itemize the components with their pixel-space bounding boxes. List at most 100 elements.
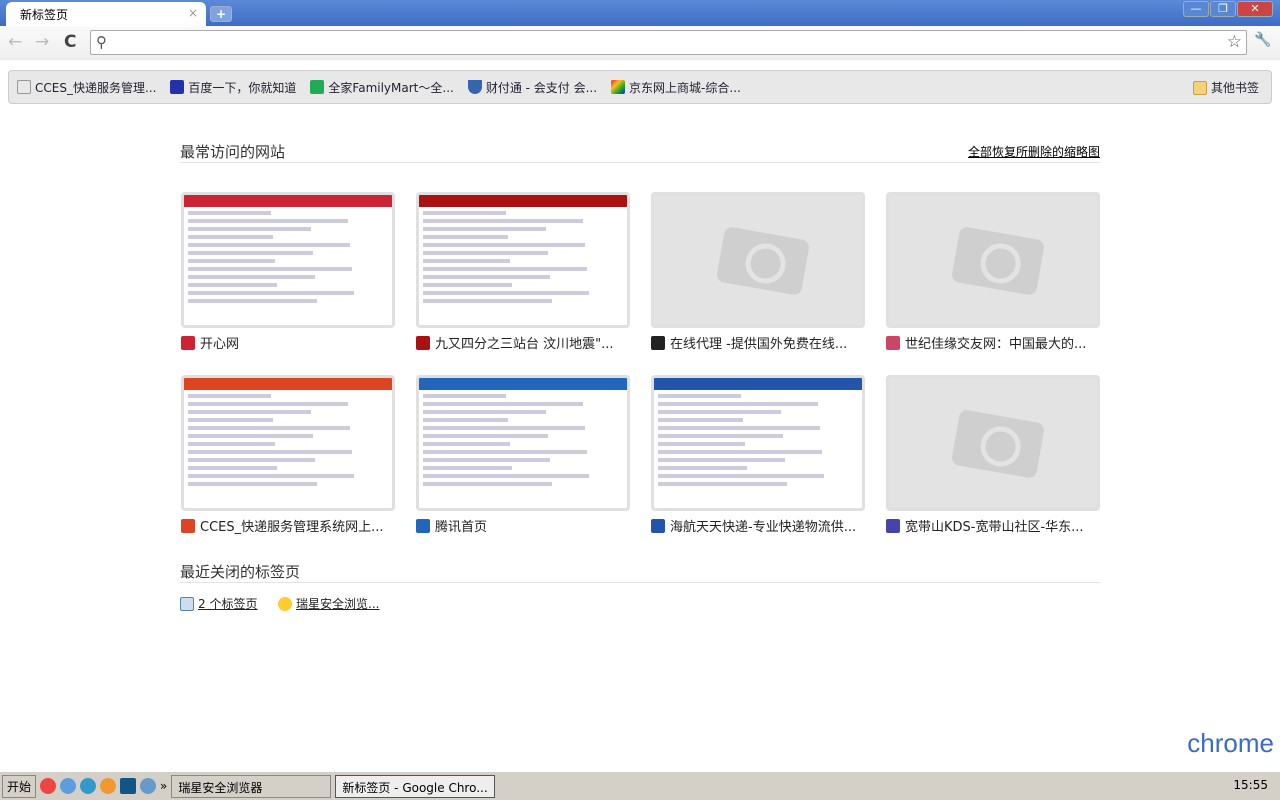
- camera-placeholder-icon: [950, 408, 1046, 480]
- app-quicklaunch-icon[interactable]: [120, 778, 137, 794]
- thumbnail-line: [188, 450, 353, 454]
- thumbnail-line: [423, 227, 546, 231]
- thumbnail-line: [423, 458, 550, 462]
- thumbnail-line: [658, 434, 783, 438]
- start-button[interactable]: 开始: [2, 774, 37, 798]
- forward-button[interactable]: →: [35, 32, 49, 52]
- rising-icon: [278, 596, 292, 611]
- thumbnail-line: [188, 251, 313, 255]
- favicon-icon: [651, 518, 665, 533]
- thumbnail-line: [188, 235, 274, 239]
- qq-quicklaunch-icon[interactable]: [80, 778, 97, 794]
- tile-title-link[interactable]: 开心网: [181, 333, 395, 352]
- wrench-icon[interactable]: 🔧: [1254, 32, 1271, 48]
- thumbnail-tile[interactable]: [416, 375, 630, 511]
- thumbnail-line: [658, 482, 787, 486]
- thumbnail-line: [423, 259, 511, 263]
- favicon-icon: [886, 518, 900, 533]
- tile-title-link[interactable]: 海航天天快递-专业快递物流供...: [651, 516, 865, 535]
- thumbnail-tile[interactable]: [181, 192, 395, 328]
- tile-title-link[interactable]: CCES_快递服务管理系统网上...: [181, 516, 395, 535]
- thumbnail-line: [188, 458, 315, 462]
- thumbnail-line: [423, 418, 509, 422]
- thumbnail-tile[interactable]: [886, 375, 1100, 511]
- minimize-button[interactable]: —: [1183, 1, 1209, 17]
- thumbnail-line: [188, 283, 278, 287]
- bookmark-item[interactable]: 百度一下，你就知道: [170, 79, 296, 96]
- restore-thumbnails-link[interactable]: 全部恢复所删除的缩略图: [968, 143, 1100, 160]
- thumbnail-line: [658, 410, 781, 414]
- tab-new-tab[interactable]: 新标签页 ×: [6, 2, 206, 28]
- thumbnail-line: [423, 410, 546, 414]
- bookmark-item[interactable]: CCES_快递服务管理...: [17, 79, 156, 96]
- close-window-button[interactable]: ✕: [1237, 1, 1273, 17]
- closed-tab-link[interactable]: 瑞星安全浏览...: [278, 595, 379, 612]
- camera-placeholder-icon: [950, 225, 1046, 297]
- thumbnail-tile[interactable]: [181, 375, 395, 511]
- taskbar-item-rising[interactable]: 瑞星安全浏览器: [171, 774, 332, 798]
- tile-title: 在线代理 -提供国外免费在线...: [670, 337, 848, 352]
- thumbnail-header: [184, 195, 392, 207]
- toolbar: ← → C ⚲ ☆ 🔧: [0, 26, 1280, 60]
- thumbnail-line: [188, 211, 272, 215]
- more-quicklaunch[interactable]: »: [160, 779, 167, 793]
- thumbnail-line: [188, 410, 311, 414]
- thumbnail-header: [419, 195, 627, 207]
- favicon-icon: [181, 518, 195, 533]
- recently-closed-header: 最近关闭的标签页: [180, 561, 1100, 583]
- tile-title-link[interactable]: 世纪佳缘交友网：中国最大的...: [886, 333, 1100, 352]
- tile-title-link[interactable]: 九又四分之三站台 汶川地震"...: [416, 333, 630, 352]
- thumbnail-line: [658, 426, 821, 430]
- omnibox[interactable]: ⚲ ☆: [90, 30, 1247, 55]
- tile-title-link[interactable]: 宽带山KDS-宽带山社区-华东...: [886, 516, 1100, 535]
- tile-title-link[interactable]: 在线代理 -提供国外免费在线...: [651, 333, 865, 352]
- thumbnail-line: [188, 394, 272, 398]
- thumbnail-line: [423, 442, 511, 446]
- favicon-icon: [416, 335, 430, 350]
- tab-title: 新标签页: [20, 8, 69, 22]
- closed-window-link[interactable]: 2 个标签页: [180, 595, 257, 612]
- other-bookmarks[interactable]: 其他书签: [1192, 79, 1259, 96]
- thumbnail-tile[interactable]: [416, 192, 630, 328]
- bookmark-item[interactable]: 财付通 - 会支付 会...: [467, 79, 597, 96]
- chrome-quicklaunch-icon[interactable]: [40, 778, 57, 794]
- back-button[interactable]: ←: [8, 32, 22, 52]
- thumbnail-line: [423, 219, 584, 223]
- tile-title-link[interactable]: 腾讯首页: [416, 516, 630, 535]
- baidu-icon: [170, 80, 185, 94]
- thumbnail-line: [658, 450, 823, 454]
- arrow-quicklaunch-icon[interactable]: [140, 778, 157, 794]
- thumbnail-line: [423, 426, 586, 430]
- taskbar-item-chrome[interactable]: 新标签页 - Google Chro...: [335, 774, 496, 798]
- thumbnail-tile[interactable]: [651, 192, 865, 328]
- new-tab-button[interactable]: +: [210, 6, 232, 22]
- reload-button[interactable]: C: [64, 32, 76, 52]
- home-quicklaunch-icon[interactable]: [100, 778, 117, 794]
- thumbnail-line: [423, 267, 588, 271]
- thumbnail-header: [654, 378, 862, 390]
- clock: 15:55: [1233, 778, 1268, 792]
- thumbnail-line: [423, 474, 590, 478]
- bookmark-item[interactable]: 京东网上商城-综合...: [611, 79, 741, 96]
- thumbnail-line: [423, 235, 509, 239]
- thumbnail-line: [423, 450, 588, 454]
- most-visited-header: 最常访问的网站 全部恢复所删除的缩略图: [180, 141, 1100, 163]
- thumbnail-line: [423, 291, 590, 295]
- favicon-icon: [651, 335, 665, 350]
- ie-quicklaunch-icon[interactable]: [60, 778, 77, 794]
- thumbnail-line: [188, 466, 278, 470]
- bookmark-item[interactable]: 全家FamilyMart～全...: [310, 79, 454, 96]
- taskbar: 开始 » 瑞星安全浏览器 新标签页 - Google Chro... 15:55: [0, 771, 1280, 800]
- thumbnail-line: [423, 394, 507, 398]
- thumbnail-line: [658, 418, 744, 422]
- thumbnail-line: [188, 402, 349, 406]
- star-icon[interactable]: ☆: [1227, 32, 1242, 52]
- thumbnail-line: [188, 442, 276, 446]
- maximize-button[interactable]: ❐: [1210, 1, 1236, 17]
- thumbnail-tile[interactable]: [651, 375, 865, 511]
- thumbnail-line: [188, 426, 351, 430]
- tab-close-icon[interactable]: ×: [188, 6, 198, 20]
- section-title: 最常访问的网站: [180, 143, 286, 161]
- thumbnail-tile[interactable]: [886, 192, 1100, 328]
- thumbnail-line: [188, 219, 349, 223]
